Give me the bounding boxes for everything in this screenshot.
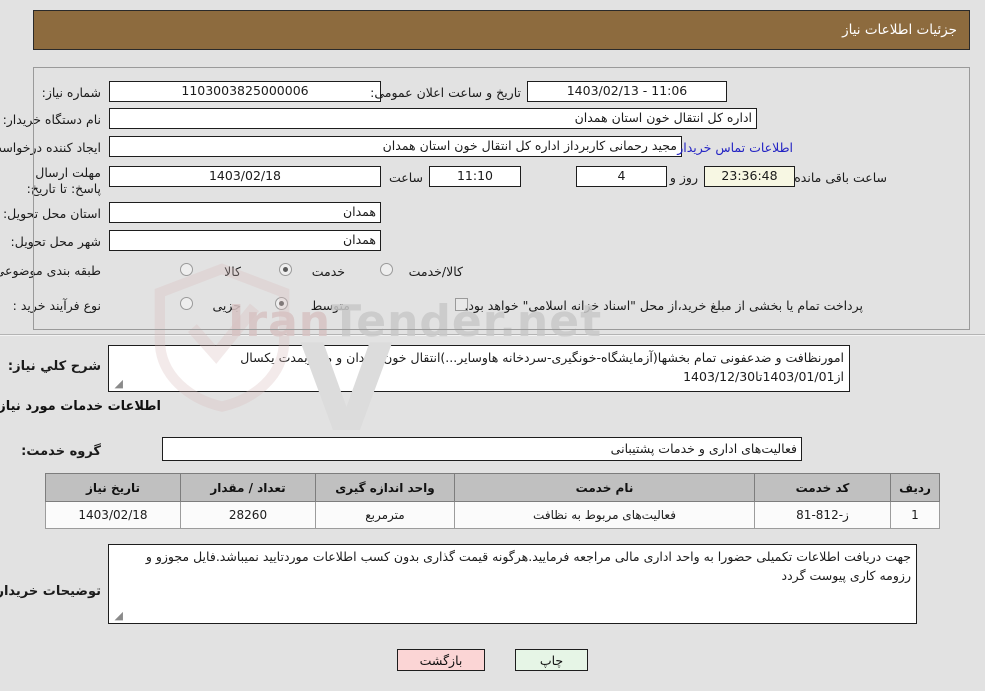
services-section-heading: اطلاعات خدمات مورد نیاز xyxy=(0,399,161,414)
page-root: V IranTender.net جزئیات اطلاعات نیاز شما… xyxy=(0,0,985,691)
col-unit: واحد اندازه گیری xyxy=(315,473,455,502)
general-description-value: امورنظافت و ضدعفونی تمام بخشها(آزمایشگاه… xyxy=(240,350,844,384)
cell-need-date: 1403/02/18 xyxy=(45,501,181,529)
divider-top xyxy=(0,334,985,336)
general-description-label: شرح کلي نیاز: xyxy=(7,359,101,374)
cell-row-no: 1 xyxy=(890,501,940,529)
resize-handle-icon[interactable]: ◢ xyxy=(111,378,123,390)
services-table-body: 1 ز-812-81 فعالیت‌های مربوط به نظافت متر… xyxy=(45,501,940,529)
service-group-value[interactable]: فعالیت‌های اداری و خدمات پشتیبانی xyxy=(162,437,802,461)
table-header-row: ردیف کد خدمت نام خدمت واحد اندازه گیری ت… xyxy=(45,473,940,502)
need-info-panel xyxy=(33,67,970,330)
buyer-notes-textarea[interactable]: جهت دریافت اطلاعات تکمیلی حضورا به واحد … xyxy=(108,544,917,624)
back-button[interactable]: بازگشت xyxy=(397,649,485,671)
col-row-no: ردیف xyxy=(890,473,940,502)
col-service-code: کد خدمت xyxy=(754,473,891,502)
resize-handle-icon-notes[interactable]: ◢ xyxy=(111,610,123,622)
print-button[interactable]: چاپ xyxy=(515,649,588,671)
services-table-head: ردیف کد خدمت نام خدمت واحد اندازه گیری ت… xyxy=(45,473,940,502)
buyer-notes-value: جهت دریافت اطلاعات تکمیلی حضورا به واحد … xyxy=(145,549,911,583)
services-table: ردیف کد خدمت نام خدمت واحد اندازه گیری ت… xyxy=(45,473,940,529)
buyer-notes-label: توضیحات خریدار: xyxy=(0,584,101,599)
cell-service-name: فعالیت‌های مربوط به نظافت xyxy=(454,501,755,529)
page-title: جزئیات اطلاعات نیاز xyxy=(842,22,957,38)
window-title-bar: جزئیات اطلاعات نیاز xyxy=(33,10,970,50)
cell-unit: مترمربع xyxy=(315,501,455,529)
cell-quantity: 28260 xyxy=(180,501,316,529)
col-quantity: تعداد / مقدار xyxy=(180,473,316,502)
service-group-label: گروه خدمت: xyxy=(21,444,101,459)
col-service-name: نام خدمت xyxy=(454,473,755,502)
cell-service-code: ز-812-81 xyxy=(754,501,891,529)
col-need-date: تاریخ نیاز xyxy=(45,473,181,502)
table-row[interactable]: 1 ز-812-81 فعالیت‌های مربوط به نظافت متر… xyxy=(45,501,940,529)
general-description-textarea[interactable]: امورنظافت و ضدعفونی تمام بخشها(آزمایشگاه… xyxy=(108,345,850,392)
